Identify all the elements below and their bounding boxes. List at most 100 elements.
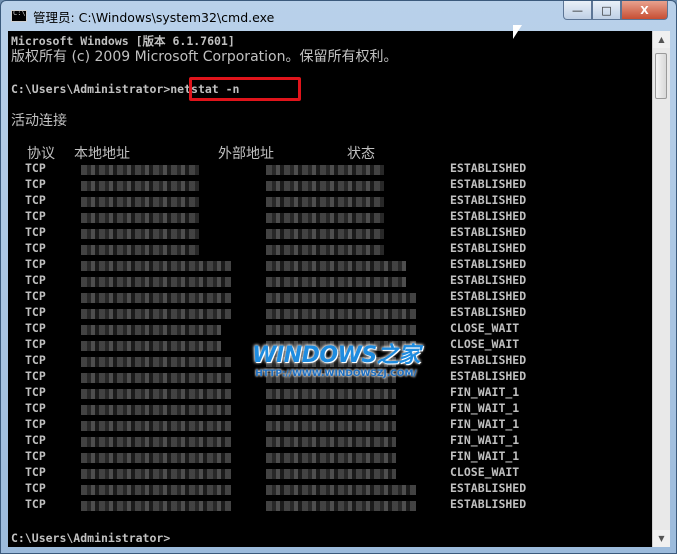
row-foreign-address-redacted bbox=[266, 485, 416, 495]
row-local-address-redacted bbox=[81, 437, 231, 447]
header-state: 状态 bbox=[347, 146, 375, 162]
row-foreign-address-redacted bbox=[266, 437, 396, 447]
row-local-address-redacted bbox=[81, 405, 231, 415]
row-protocol: TCP bbox=[25, 449, 46, 463]
row-protocol: TCP bbox=[25, 433, 46, 447]
table-row: TCP FIN_WAIT_1 bbox=[8, 449, 652, 465]
console-output[interactable]: Microsoft Windows [版本 6.1.7601] 版权所有 (c)… bbox=[8, 31, 652, 547]
header-local: 本地地址 bbox=[74, 146, 130, 162]
row-local-address-redacted bbox=[81, 229, 199, 239]
row-local-address-redacted bbox=[81, 197, 199, 207]
row-protocol: TCP bbox=[25, 497, 46, 511]
row-local-address-redacted bbox=[81, 373, 231, 383]
row-local-address-redacted bbox=[81, 181, 199, 191]
maximize-icon[interactable]: □ bbox=[592, 1, 621, 20]
table-row: TCP ESTABLISHED bbox=[8, 193, 652, 209]
row-local-address-redacted bbox=[81, 421, 231, 431]
row-foreign-address-redacted bbox=[266, 469, 396, 479]
table-row: TCP ESTABLISHED bbox=[8, 273, 652, 289]
table-row: TCP ESTABLISHED bbox=[8, 225, 652, 241]
row-local-address-redacted bbox=[81, 261, 231, 271]
row-protocol: TCP bbox=[25, 241, 46, 255]
row-state: ESTABLISHED bbox=[450, 481, 527, 495]
cmd-icon[interactable] bbox=[11, 9, 27, 22]
row-state: ESTABLISHED bbox=[450, 289, 527, 303]
row-state: CLOSE_WAIT bbox=[450, 337, 520, 351]
row-foreign-address-redacted bbox=[266, 309, 416, 319]
close-icon[interactable]: X bbox=[621, 1, 668, 20]
table-row: TCP ESTABLISHED bbox=[8, 481, 652, 497]
command-highlight-box bbox=[189, 77, 301, 101]
window-title: 管理员: C:\Windows\system32\cmd.exe bbox=[33, 9, 275, 25]
table-row: TCP ESTABLISHED bbox=[8, 209, 652, 225]
table-row: TCP ESTABLISHED bbox=[8, 257, 652, 273]
row-state: ESTABLISHED bbox=[450, 497, 527, 511]
row-foreign-address-redacted bbox=[266, 165, 384, 175]
row-foreign-address-redacted bbox=[266, 421, 396, 431]
row-local-address-redacted bbox=[81, 277, 231, 287]
row-protocol: TCP bbox=[25, 273, 46, 287]
row-local-address-redacted bbox=[81, 469, 231, 479]
vertical-scrollbar[interactable]: ▲ ▼ bbox=[652, 31, 670, 547]
row-foreign-address-redacted bbox=[266, 261, 406, 271]
row-local-address-redacted bbox=[81, 293, 231, 303]
row-state: ESTABLISHED bbox=[450, 241, 527, 255]
watermark-logo: WINDOWS之家 bbox=[252, 343, 420, 368]
table-row: TCP CLOSE_WAIT bbox=[8, 465, 652, 481]
row-foreign-address-redacted bbox=[266, 389, 396, 399]
row-local-address-redacted bbox=[81, 357, 231, 367]
row-protocol: TCP bbox=[25, 481, 46, 495]
minimize-icon[interactable]: — bbox=[563, 1, 592, 20]
row-protocol: TCP bbox=[25, 289, 46, 303]
table-row: TCP FIN_WAIT_1 bbox=[8, 433, 652, 449]
scrollbar-thumb[interactable] bbox=[655, 53, 667, 99]
row-protocol: TCP bbox=[25, 321, 46, 335]
row-foreign-address-redacted bbox=[266, 229, 384, 239]
header-proto: 协议 bbox=[27, 146, 55, 162]
row-foreign-address-redacted bbox=[266, 293, 416, 303]
scroll-down-icon[interactable]: ▼ bbox=[653, 530, 670, 547]
watermark: WINDOWS之家 HTTP://WWW.WINDOWSZJ.COM/ bbox=[246, 337, 426, 379]
row-local-address-redacted bbox=[81, 245, 199, 255]
row-protocol: TCP bbox=[25, 401, 46, 415]
row-foreign-address-redacted bbox=[266, 181, 384, 191]
table-row: TCP ESTABLISHED bbox=[8, 241, 652, 257]
row-state: ESTABLISHED bbox=[450, 257, 527, 271]
version-line: Microsoft Windows [版本 6.1.7601] bbox=[11, 34, 235, 48]
row-local-address-redacted bbox=[81, 501, 231, 511]
row-local-address-redacted bbox=[81, 485, 231, 495]
row-state: FIN_WAIT_1 bbox=[450, 433, 520, 447]
section-title: 活动连接 bbox=[11, 113, 67, 129]
row-state: ESTABLISHED bbox=[450, 209, 527, 223]
row-state: FIN_WAIT_1 bbox=[450, 417, 520, 431]
row-protocol: TCP bbox=[25, 353, 46, 367]
row-foreign-address-redacted bbox=[266, 213, 384, 223]
row-state: ESTABLISHED bbox=[450, 273, 527, 287]
row-state: ESTABLISHED bbox=[450, 177, 527, 191]
row-state: ESTABLISHED bbox=[450, 369, 527, 383]
row-foreign-address-redacted bbox=[266, 277, 406, 287]
row-foreign-address-redacted bbox=[266, 197, 384, 207]
row-protocol: TCP bbox=[25, 369, 46, 383]
row-state: ESTABLISHED bbox=[450, 193, 527, 207]
row-foreign-address-redacted bbox=[266, 453, 396, 463]
row-local-address-redacted bbox=[81, 453, 231, 463]
table-row: TCP ESTABLISHED bbox=[8, 161, 652, 177]
table-row: TCP FIN_WAIT_1 bbox=[8, 385, 652, 401]
cmd-window: 管理员: C:\Windows\system32\cmd.exe — □ X M… bbox=[0, 0, 677, 554]
table-row: TCP ESTABLISHED bbox=[8, 177, 652, 193]
row-protocol: TCP bbox=[25, 193, 46, 207]
table-row: TCP ESTABLISHED bbox=[8, 497, 652, 513]
scroll-up-icon[interactable]: ▲ bbox=[653, 31, 670, 48]
header-foreign: 外部地址 bbox=[218, 146, 274, 162]
row-foreign-address-redacted bbox=[266, 245, 384, 255]
table-row: TCP CLOSE_WAIT bbox=[8, 321, 652, 337]
row-protocol: TCP bbox=[25, 161, 46, 175]
prompt-line: C:\Users\Administrator> bbox=[11, 531, 171, 545]
title-bar[interactable]: 管理员: C:\Windows\system32\cmd.exe — □ X bbox=[1, 1, 676, 31]
row-state: FIN_WAIT_1 bbox=[450, 385, 520, 399]
row-state: ESTABLISHED bbox=[450, 161, 527, 175]
row-foreign-address-redacted bbox=[266, 325, 416, 335]
row-state: FIN_WAIT_1 bbox=[450, 449, 520, 463]
row-protocol: TCP bbox=[25, 417, 46, 431]
